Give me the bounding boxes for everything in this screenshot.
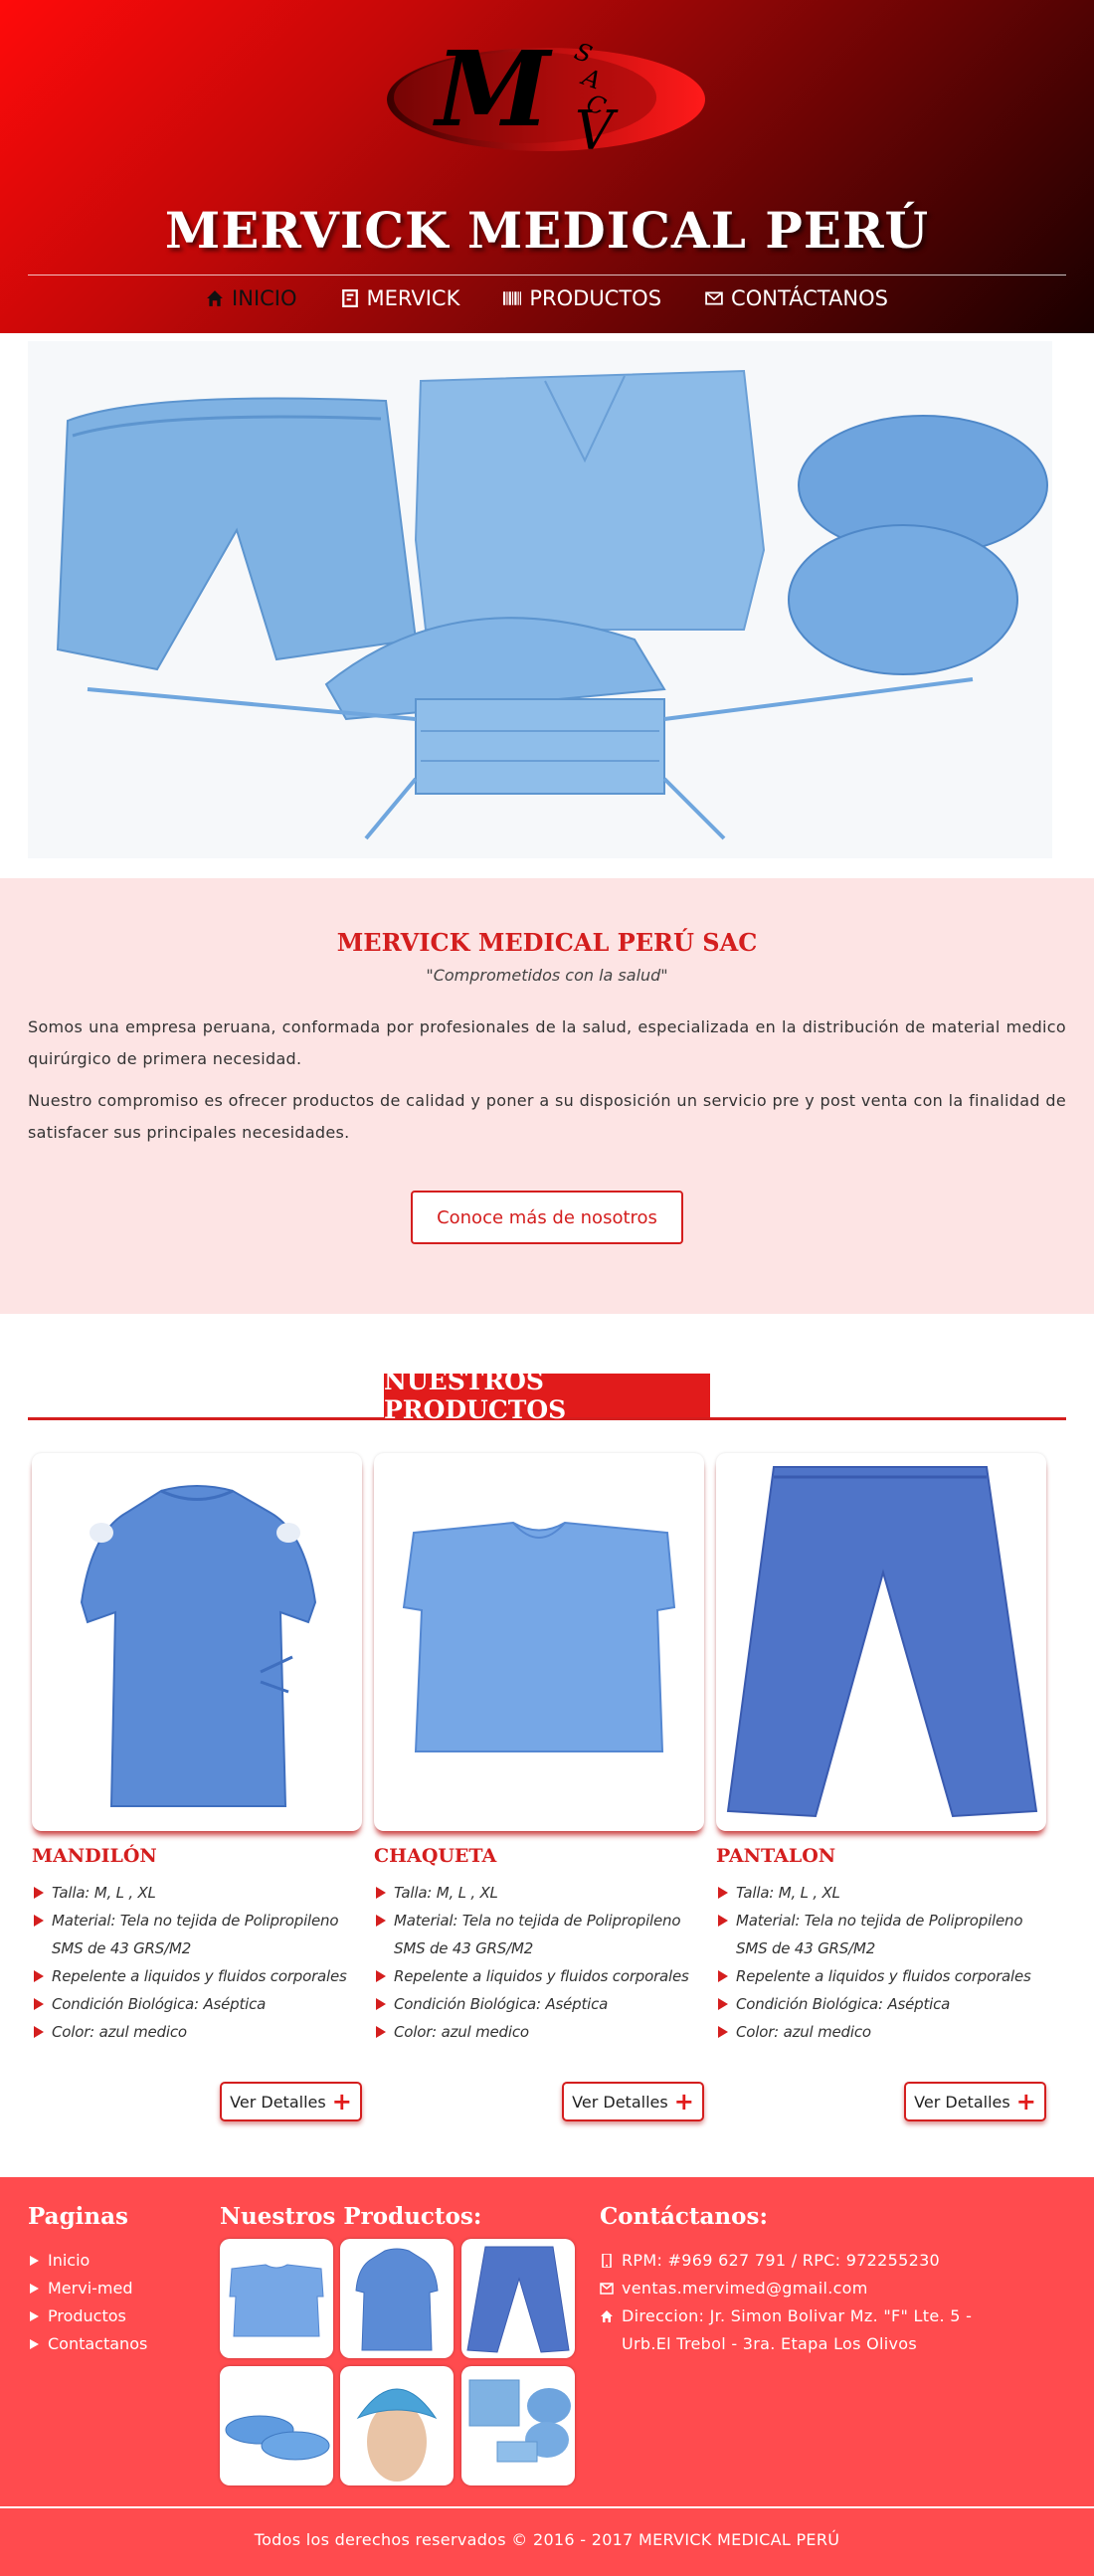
- svg-text:M: M: [433, 28, 553, 150]
- product-feature: Condición Biológica: Aséptica: [374, 1990, 708, 2018]
- footer-product-thumb[interactable]: [220, 2239, 333, 2358]
- about-section: MERVICK MEDICAL PERÚ SAC "Comprometidos …: [0, 878, 1094, 1314]
- contact-phone-text: RPM: #969 627 791 / RPC: 972255230: [622, 2251, 941, 2270]
- envelope-icon: [600, 2283, 614, 2295]
- product-feature: Talla: M, L , XL: [716, 1879, 1050, 1907]
- footer-product-thumb[interactable]: [461, 2366, 575, 2485]
- view-details-button[interactable]: Ver Detalles +: [562, 2082, 704, 2121]
- product-feature: Condición Biológica: Aséptica: [716, 1990, 1050, 2018]
- footer-product-thumb[interactable]: [220, 2366, 333, 2485]
- svg-text:V: V: [575, 99, 619, 157]
- about-slogan: "Comprometidos con la salud": [426, 966, 668, 985]
- jacket-thumb: [229, 2264, 324, 2337]
- site-header: M S A C V MERVICK MEDICAL PERÚ INICIO ME…: [0, 0, 1094, 333]
- contact-address: Direccion: Jr. Simon Bolivar Mz. "F" Lte…: [600, 2302, 978, 2358]
- footer-contact-title: Contáctanos:: [600, 2203, 768, 2230]
- gown-thumb: [355, 2248, 439, 2351]
- pants-illustration: [726, 1466, 1038, 1818]
- product-feature: Condición Biológica: Aséptica: [32, 1990, 366, 2018]
- product-feature: Material: Tela no tejida de Polipropilen…: [716, 1907, 1050, 1962]
- view-details-button[interactable]: Ver Detalles +: [904, 2082, 1046, 2121]
- footer-link-productos[interactable]: Productos: [28, 2302, 147, 2330]
- product-name: PANTALON: [716, 1845, 836, 1867]
- product-feature: Color: azul medico: [32, 2018, 366, 2046]
- pants-thumb: [466, 2246, 570, 2353]
- copyright-text: Todos los derechos reservados © 2016 - 2…: [254, 2530, 840, 2549]
- home-icon: [207, 290, 223, 306]
- cap-thumb: [356, 2388, 438, 2482]
- hero-section: [0, 333, 1094, 878]
- footer-product-thumb[interactable]: [340, 2366, 454, 2485]
- footer-products-title: Nuestros Productos:: [220, 2203, 482, 2230]
- product-image[interactable]: [374, 1453, 704, 1831]
- contact-email-text: ventas.mervimed@gmail.com: [622, 2279, 868, 2298]
- product-feature: Talla: M, L , XL: [374, 1879, 708, 1907]
- product-feature: Repelente a liquidos y fluidos corporale…: [32, 1962, 366, 1990]
- button-label: Ver Detalles: [914, 2092, 1010, 2112]
- nav-item-productos[interactable]: PRODUCTOS: [503, 286, 661, 310]
- plus-icon: +: [1015, 2088, 1036, 2116]
- plus-icon: +: [331, 2088, 352, 2116]
- kit-thumb: [468, 2379, 571, 2463]
- product-feature: Material: Tela no tejida de Polipropilen…: [32, 1907, 366, 1962]
- book-icon: [341, 289, 358, 307]
- product-feature: Color: azul medico: [716, 2018, 1050, 2046]
- product-feature: Talla: M, L , XL: [32, 1879, 366, 1907]
- footer-contact-info: RPM: #969 627 791 / RPC: 972255230 venta…: [600, 2247, 978, 2358]
- product-feature: Repelente a liquidos y fluidos corporale…: [374, 1962, 708, 1990]
- nav-item-inicio[interactable]: INICIO: [206, 286, 297, 310]
- footer-product-thumb[interactable]: [340, 2239, 454, 2358]
- hero-product-image: [28, 341, 1052, 858]
- nav-item-label: CONTÁCTANOS: [731, 286, 888, 310]
- button-label: Ver Detalles: [230, 2092, 326, 2112]
- footer-pages-title: Paginas: [28, 2203, 128, 2230]
- product-feature: Color: azul medico: [374, 2018, 708, 2046]
- shoe-covers-thumb: [225, 2415, 330, 2461]
- footer-divider: [0, 2506, 1094, 2508]
- product-image[interactable]: [716, 1453, 1046, 1831]
- company-logo[interactable]: M S A C V: [386, 18, 706, 157]
- products-section: NUESTROS PRODUCTOS MANDILÓN Talla: M, L …: [0, 1314, 1094, 2177]
- mobile-phone-icon: [602, 2254, 612, 2268]
- plus-icon: +: [673, 2088, 694, 2116]
- about-paragraph: Somos una empresa peruana, conformada po…: [28, 1017, 1066, 1068]
- about-paragraph: Nuestro compromiso es ofrecer productos …: [28, 1091, 1066, 1142]
- footer-link-inicio[interactable]: Inicio: [28, 2247, 147, 2275]
- contact-address-text: Direccion: Jr. Simon Bolivar Mz. "F" Lte…: [622, 2306, 973, 2353]
- product-name: CHAQUETA: [374, 1845, 497, 1867]
- footer-pages-links: Inicio Mervi-med Productos Contactanos: [28, 2247, 147, 2358]
- about-more-button[interactable]: Conoce más de nosotros: [411, 1191, 683, 1244]
- nav-item-label: MERVICK: [366, 286, 460, 310]
- nav-item-mervick[interactable]: MERVICK: [341, 286, 460, 310]
- about-title: MERVICK MEDICAL PERÚ SAC: [336, 928, 758, 957]
- footer-link-mervi-med[interactable]: Mervi-med: [28, 2275, 147, 2302]
- product-feature: Material: Tela no tejida de Polipropilen…: [374, 1907, 708, 1962]
- main-nav: INICIO MERVICK PRODUCTOS CONTÁCTANOS: [0, 286, 1094, 310]
- home-icon: [601, 2310, 613, 2322]
- product-image[interactable]: [32, 1453, 362, 1831]
- contact-phone: RPM: #969 627 791 / RPC: 972255230: [600, 2247, 978, 2275]
- product-features: Talla: M, L , XL Material: Tela no tejid…: [716, 1879, 1050, 2046]
- products-section-title: NUESTROS PRODUCTOS: [384, 1367, 710, 1424]
- product-features: Talla: M, L , XL Material: Tela no tejid…: [32, 1879, 366, 2046]
- jacket-illustration: [402, 1521, 676, 1752]
- contact-email[interactable]: ventas.mervimed@gmail.com: [600, 2275, 978, 2302]
- gown-illustration: [80, 1485, 317, 1807]
- envelope-icon: [705, 291, 723, 305]
- footer-product-thumb[interactable]: [461, 2239, 575, 2358]
- product-features: Talla: M, L , XL Material: Tela no tejid…: [374, 1879, 708, 2046]
- site-title: MERVICK MEDICAL PERÚ: [164, 201, 930, 260]
- product-name: MANDILÓN: [32, 1845, 157, 1867]
- header-divider: [28, 275, 1066, 276]
- nav-item-label: INICIO: [232, 286, 297, 310]
- nav-item-contactanos[interactable]: CONTÁCTANOS: [705, 286, 888, 310]
- button-label: Ver Detalles: [572, 2092, 668, 2112]
- footer-link-contactanos[interactable]: Contactanos: [28, 2330, 147, 2358]
- barcode-icon: [503, 291, 522, 305]
- view-details-button[interactable]: Ver Detalles +: [220, 2082, 362, 2121]
- site-footer: Paginas Inicio Mervi-med Productos Conta…: [0, 2177, 1094, 2576]
- product-feature: Repelente a liquidos y fluidos corporale…: [716, 1962, 1050, 1990]
- nav-item-label: PRODUCTOS: [529, 286, 662, 310]
